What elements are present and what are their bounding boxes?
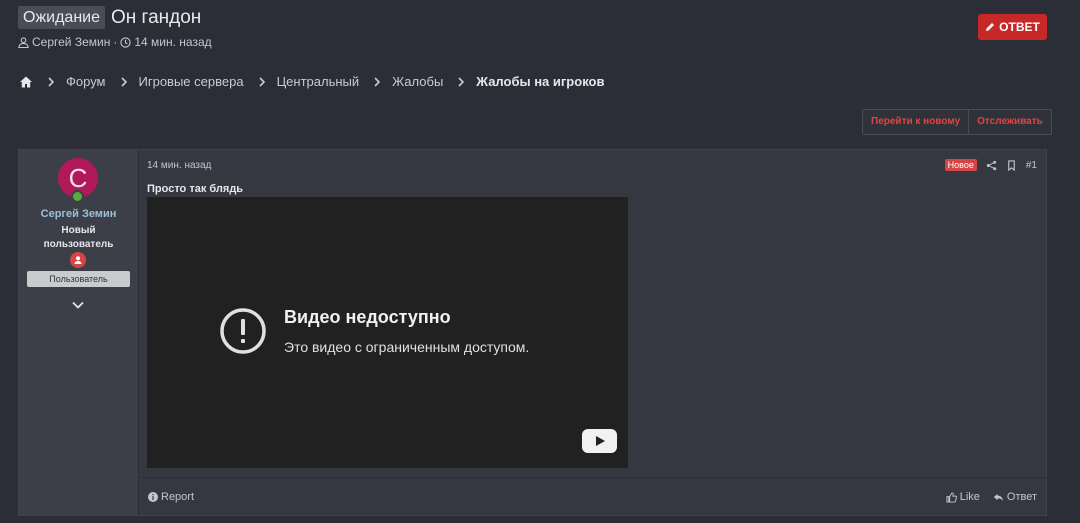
post-reply-button[interactable]: Ответ <box>993 491 1037 503</box>
breadcrumb-item-forum[interactable]: Форум <box>66 74 106 89</box>
breadcrumb-item-current[interactable]: Жалобы на игроков <box>476 74 604 89</box>
post-footer-actions: Like Ответ <box>946 491 1037 503</box>
like-label: Like <box>959 491 980 503</box>
post-date-link[interactable]: 14 мин. назад <box>147 160 211 171</box>
goto-new-button[interactable]: Перейти к новому <box>863 110 969 134</box>
thumbs-up-icon <box>946 491 957 503</box>
thread-title: Он гандон <box>111 6 202 28</box>
user-banner: Пользователь <box>27 271 130 287</box>
avatar-letter: С <box>68 162 88 193</box>
meta-separator: · <box>113 35 118 49</box>
video-embed[interactable]: Видео недоступно Это видео с ограниченны… <box>147 197 628 468</box>
thread-action-buttons: Перейти к новому Отслеживать <box>862 109 1052 135</box>
post: С Сергей Земин Новый пользователь Пользо… <box>18 149 1047 516</box>
youtube-logo-icon[interactable] <box>582 429 617 453</box>
post-main: 14 мин. назад Новое #1 Просто так блядь … <box>139 150 1046 515</box>
page: Ожидание Он гандон Сергей Земин · 14 мин… <box>0 0 1080 523</box>
chevron-right-icon <box>458 76 465 87</box>
share-icon[interactable] <box>986 160 997 171</box>
thread-author-link[interactable]: Сергей Земин <box>32 35 110 49</box>
like-button[interactable]: Like <box>946 491 980 503</box>
breadcrumb-item-game-servers[interactable]: Игровые сервера <box>139 74 244 89</box>
user-title: Новый пользователь <box>43 225 114 250</box>
info-icon <box>148 492 158 502</box>
breadcrumb-item-central[interactable]: Центральный <box>277 74 360 89</box>
user-icon <box>18 36 29 48</box>
user-badge-icon <box>70 252 86 268</box>
chevron-down-icon[interactable] <box>71 298 85 312</box>
chevron-right-icon <box>120 76 127 87</box>
clock-icon <box>120 36 131 48</box>
post-username[interactable]: Сергей Земин <box>19 208 138 220</box>
post-reply-label: Ответ <box>1006 491 1037 503</box>
post-tools: Новое #1 <box>944 159 1037 171</box>
thread-meta: Сергей Земин · 14 мин. назад <box>18 35 212 49</box>
alert-circle-icon <box>220 308 266 354</box>
watch-button[interactable]: Отслеживать <box>968 110 1051 134</box>
post-text: Просто так блядь <box>147 183 244 195</box>
chevron-right-icon <box>48 76 55 87</box>
video-error-title: Видео недоступно <box>284 307 451 327</box>
chevron-right-icon <box>374 76 381 87</box>
video-error-subtitle: Это видео с ограниченным доступом. <box>284 339 530 355</box>
home-icon[interactable] <box>19 75 33 89</box>
online-status-icon <box>71 190 84 203</box>
thread-time-link[interactable]: 14 мин. назад <box>134 35 211 49</box>
new-badge: Новое <box>944 159 977 171</box>
post-user-sidebar: С Сергей Земин Новый пользователь Пользо… <box>19 150 139 515</box>
thread-title-row: Ожидание Он гандон <box>18 6 201 29</box>
report-label: Report <box>161 491 195 503</box>
breadcrumb: Форум Игровые сервера Центральный Жалобы… <box>19 74 618 89</box>
bookmark-icon[interactable] <box>1006 159 1017 171</box>
pencil-icon <box>986 23 995 31</box>
reply-button[interactable]: ОТВЕТ <box>978 14 1047 40</box>
post-number-link[interactable]: #1 <box>1026 160 1037 171</box>
reply-arrow-icon <box>993 493 1003 501</box>
reply-button-label: ОТВЕТ <box>999 20 1040 34</box>
breadcrumb-item-complaints[interactable]: Жалобы <box>392 74 443 89</box>
chevron-right-icon <box>258 76 265 87</box>
post-footer: Report Like Ответ <box>139 477 1046 516</box>
report-link[interactable]: Report <box>148 491 194 503</box>
thread-prefix-label[interactable]: Ожидание <box>18 6 105 29</box>
